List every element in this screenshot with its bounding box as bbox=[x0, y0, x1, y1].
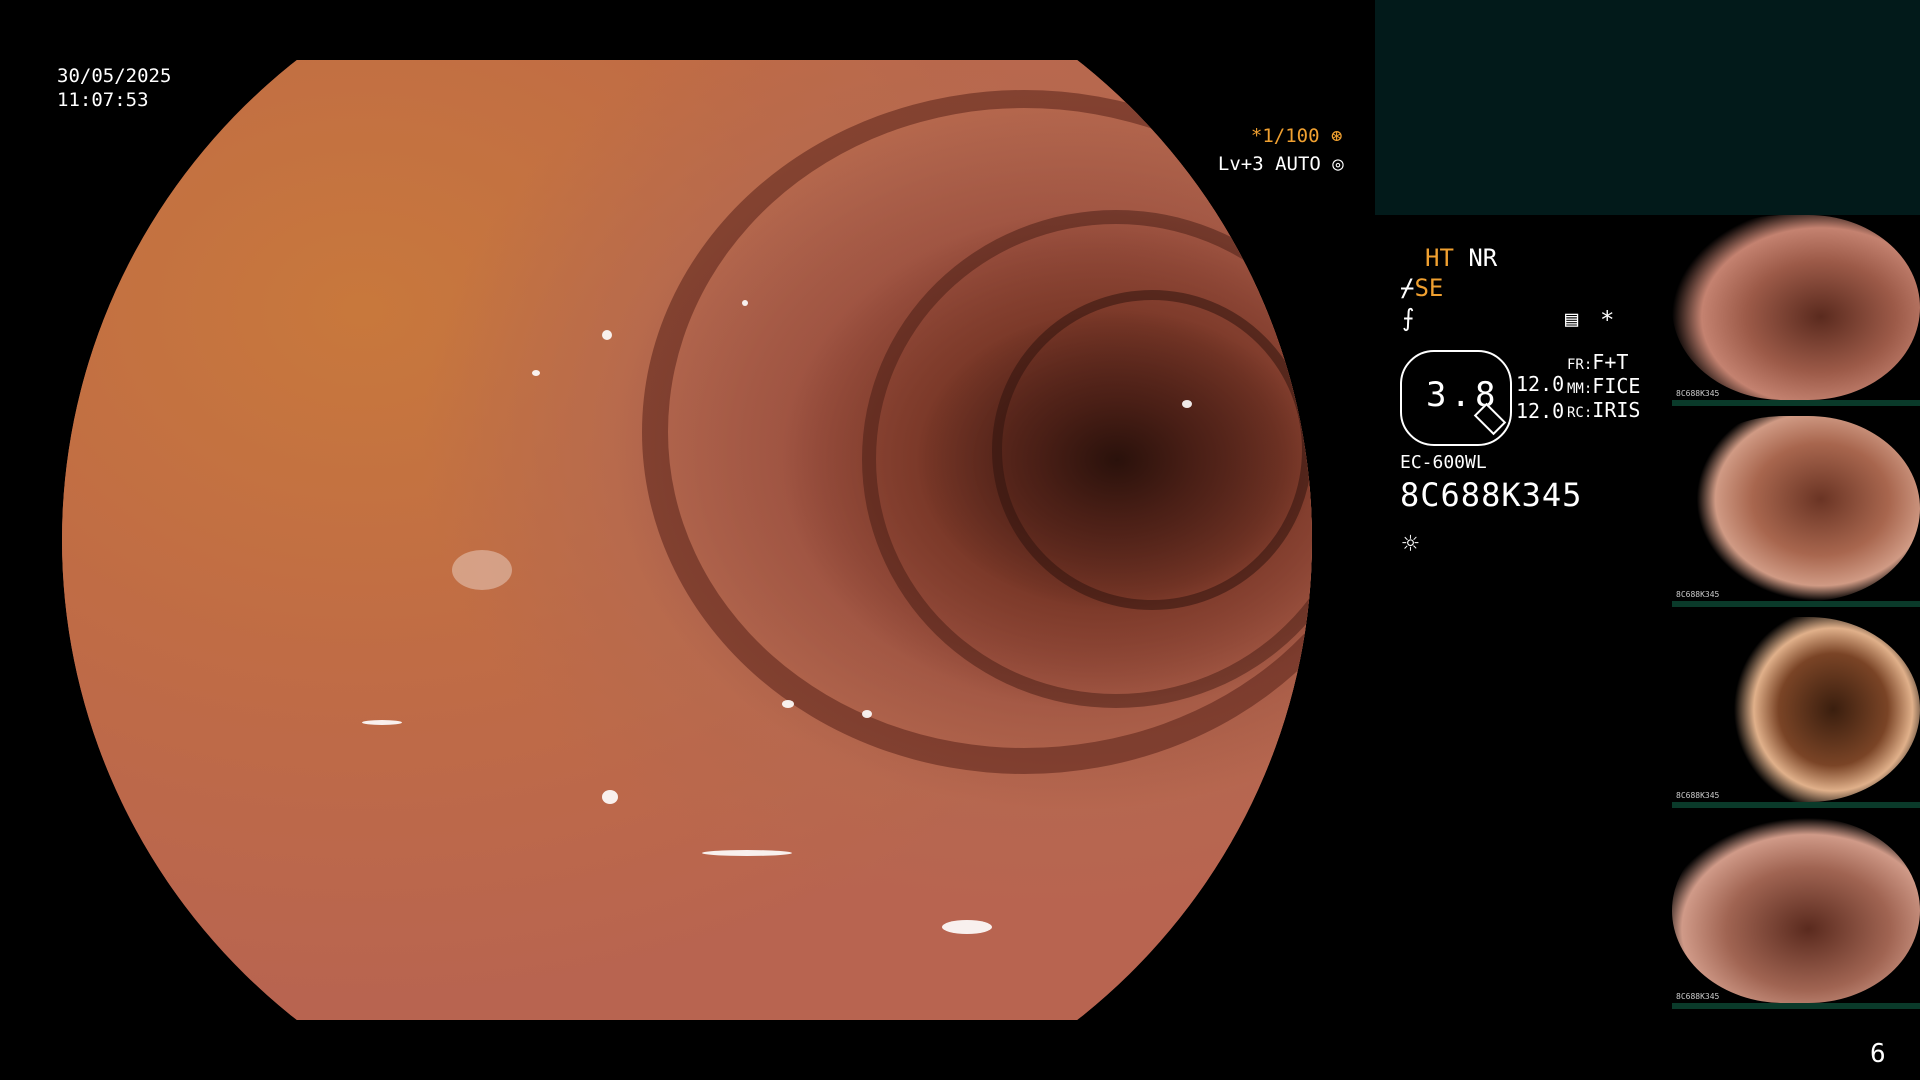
captured-thumbnail[interactable]: 8C688K345 bbox=[1672, 818, 1920, 1009]
date-label: 30/05/2025 bbox=[57, 65, 172, 87]
scope-model: EC-600WL bbox=[1400, 452, 1487, 473]
thumbnail-label: 8C688K345 bbox=[1676, 992, 1720, 1001]
structure-enhance-icon: ⌿ bbox=[1400, 274, 1415, 302]
thumbnail-label: 8C688K345 bbox=[1676, 389, 1720, 398]
thumbnail-image bbox=[1672, 617, 1920, 802]
ht-nr-row: HT NR bbox=[1425, 244, 1497, 272]
light-reflection bbox=[942, 920, 992, 934]
endoscopy-main-view bbox=[62, 60, 1312, 1020]
level-label: Lv+3 AUTO ◎ bbox=[1217, 153, 1344, 175]
captured-thumbnail[interactable]: 8C688K345 bbox=[1672, 215, 1920, 406]
ht-label: HT bbox=[1425, 244, 1454, 272]
contrast-icon: ⨍ bbox=[1402, 304, 1415, 332]
serial-number: 8C688K345 bbox=[1400, 476, 1583, 514]
value-1: 12.0 bbox=[1516, 372, 1565, 396]
light-source-icon: ☼ bbox=[1402, 527, 1419, 560]
page-number: 6 bbox=[1870, 1039, 1886, 1069]
thumbnail-image bbox=[1672, 416, 1920, 601]
value-2: 12.0 bbox=[1516, 399, 1565, 423]
light-reflection bbox=[782, 700, 794, 708]
thumbnail-image bbox=[1672, 215, 1920, 400]
light-reflection bbox=[742, 300, 748, 306]
captured-thumbnail[interactable]: 8C688K345 bbox=[1672, 416, 1920, 607]
light-reflection bbox=[862, 710, 872, 718]
thumbnail-label: 8C688K345 bbox=[1676, 791, 1720, 800]
light-reflection bbox=[532, 370, 540, 376]
rc-row: RC:IRIS bbox=[1567, 398, 1641, 422]
se-row: ⌿SE bbox=[1400, 274, 1443, 302]
captured-thumbnail[interactable]: 8C688K345 bbox=[1672, 617, 1920, 808]
nr-label: NR bbox=[1468, 244, 1498, 272]
lumen-ring bbox=[992, 290, 1312, 610]
light-reflection bbox=[602, 790, 618, 804]
freeze-icon: ▤ bbox=[1565, 307, 1579, 332]
iris-icon: ◎ bbox=[1320, 153, 1344, 175]
thumbnail-image bbox=[1672, 818, 1920, 1003]
light-reflection bbox=[362, 720, 402, 725]
light-reflection bbox=[1182, 400, 1192, 408]
light-reflection bbox=[702, 850, 792, 856]
thumbnail-label: 8C688K345 bbox=[1676, 590, 1720, 599]
se-label: SE bbox=[1414, 274, 1444, 302]
asterisk-label: * bbox=[1600, 306, 1615, 334]
time-label: 11:07:53 bbox=[57, 89, 149, 111]
light-reflection bbox=[452, 550, 512, 590]
info-panel-top bbox=[1375, 0, 1920, 215]
light-reflection bbox=[602, 330, 612, 340]
